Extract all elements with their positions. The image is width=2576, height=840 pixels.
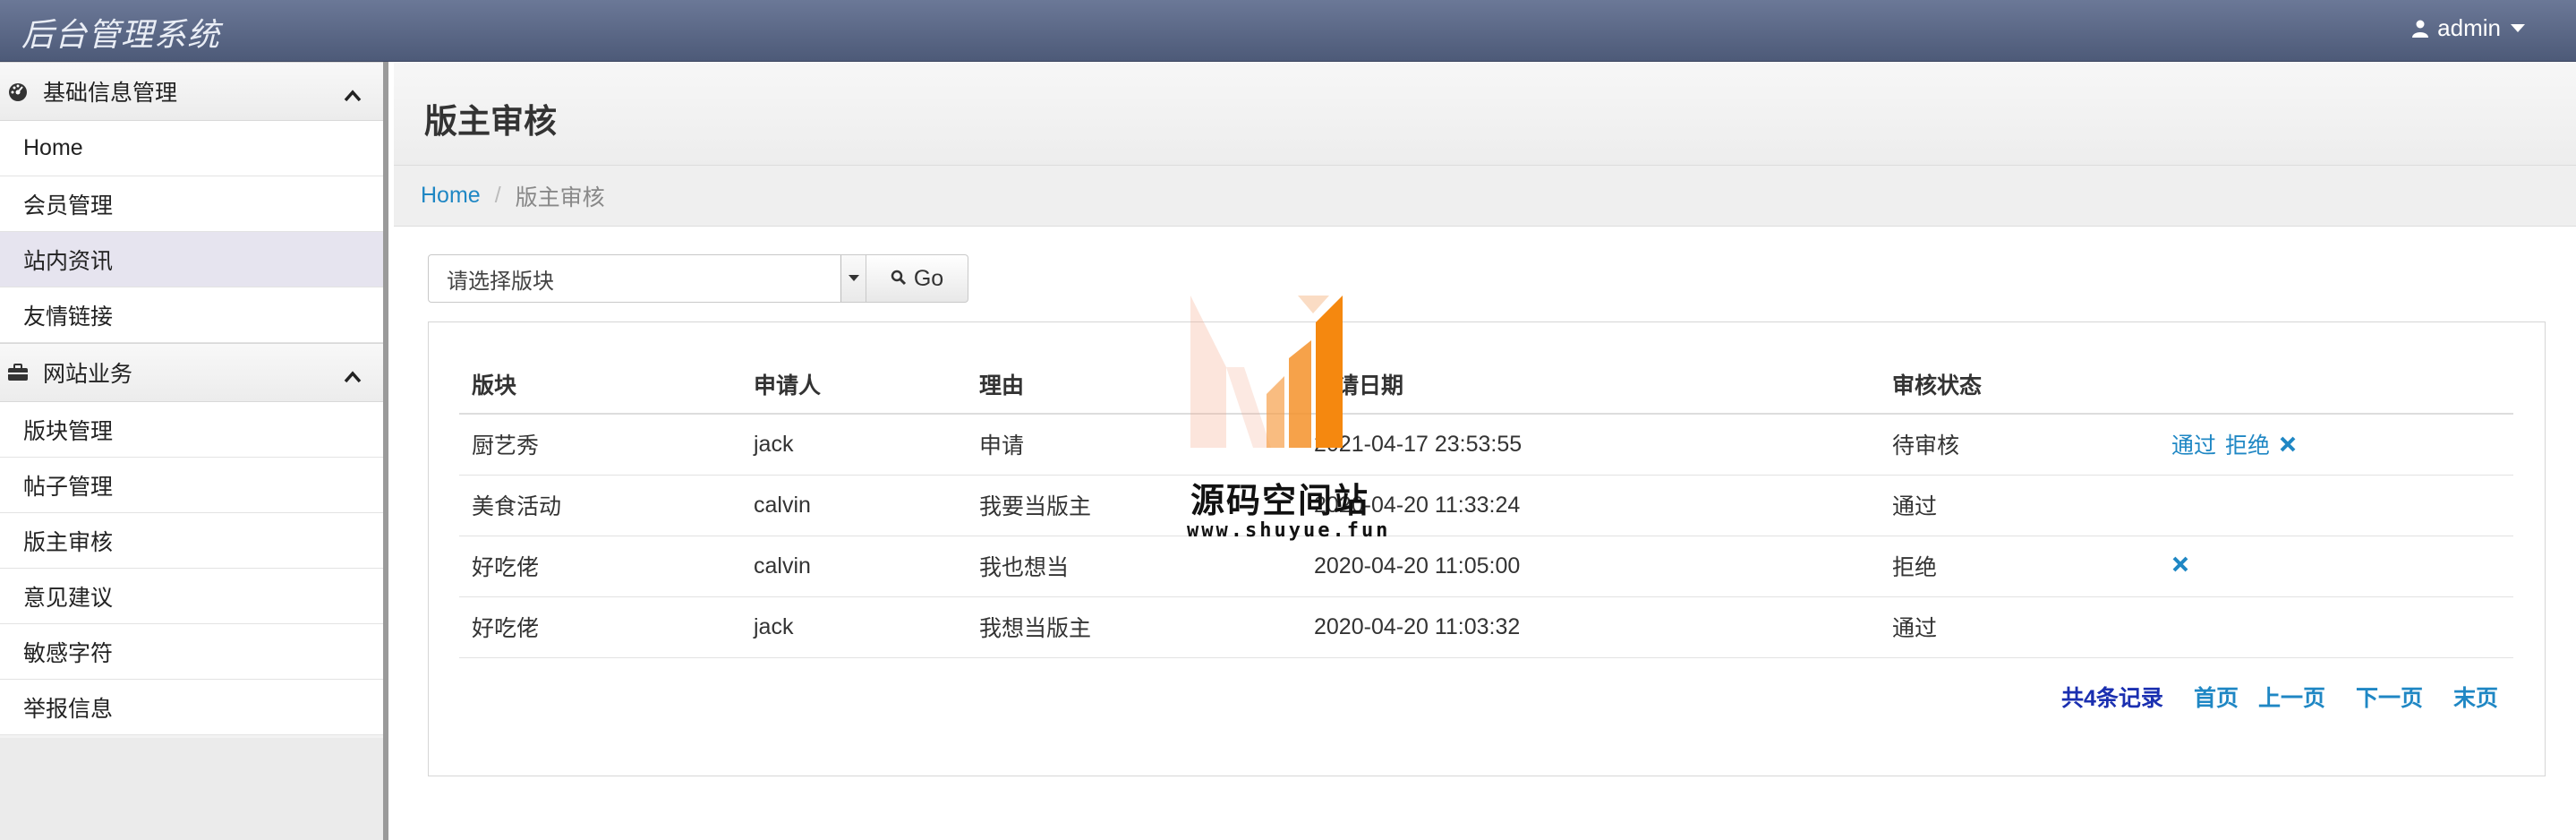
caret-down-icon[interactable]	[840, 255, 866, 302]
page-title: 版主审核	[424, 103, 557, 140]
cell-board: 厨艺秀	[459, 414, 741, 476]
table-row: 好吃佬 calvin 我也想当 2020-04-20 11:05:00 拒绝	[459, 536, 2513, 597]
breadcrumb-separator: /	[494, 183, 501, 208]
results-panel: 版块 申请人 理由 申请日期 审核状态 厨艺秀 jack 申请 2021-04-…	[428, 321, 2546, 776]
search-icon	[891, 266, 907, 292]
user-menu[interactable]: admin	[2412, 14, 2526, 42]
board-select-value: 请选择版块	[447, 269, 554, 294]
first-page-link[interactable]: 首页	[2194, 681, 2239, 713]
breadcrumb-current: 版主审核	[515, 184, 605, 210]
cell-actions	[2159, 536, 2513, 597]
caret-down-icon	[2510, 23, 2526, 34]
pagination: 共4条记录 首页 上一页 下一页 末页	[2061, 681, 2498, 713]
cell-applicant: calvin	[741, 475, 967, 536]
sidebar: 基础信息管理 Home 会员管理 站内资讯 友情链接 网站业务 版块管理 帖子管…	[0, 62, 388, 840]
approve-link[interactable]: 通过	[2171, 428, 2216, 460]
sidebar-group-label: 网站业务	[43, 362, 133, 387]
top-bar: 后台管理系统 admin	[0, 0, 2576, 62]
cell-actions	[2159, 596, 2513, 658]
table-header-row: 版块 申请人 理由 申请日期 审核状态	[459, 355, 2513, 415]
sidebar-item-boards[interactable]: 版块管理	[0, 402, 383, 458]
app-brand: 后台管理系统	[21, 17, 221, 54]
sidebar-item-reports[interactable]: 举报信息	[0, 680, 383, 735]
cell-actions: 通过 拒绝	[2159, 414, 2513, 476]
breadcrumb: Home / 版主审核	[394, 166, 2576, 227]
total-records: 共4条记录	[2061, 686, 2163, 711]
cell-applicant: calvin	[741, 536, 967, 597]
briefcase-icon	[7, 362, 29, 383]
dashboard-icon	[7, 81, 29, 102]
column-header-actions	[2159, 355, 2513, 415]
breadcrumb-home-link[interactable]: Home	[421, 183, 481, 209]
table-row: 好吃佬 jack 我想当版主 2020-04-20 11:03:32 通过	[459, 596, 2513, 658]
close-icon[interactable]	[2279, 435, 2297, 453]
column-header-applicant: 申请人	[741, 355, 967, 415]
user-icon	[2412, 20, 2429, 38]
sidebar-group-business[interactable]: 网站业务	[0, 343, 383, 402]
sidebar-item-members[interactable]: 会员管理	[0, 176, 383, 232]
cell-status: 拒绝	[1880, 536, 2159, 597]
page-header: 版主审核	[394, 62, 2576, 166]
watermark-url: www.shuyue.fun	[1187, 519, 1391, 542]
last-page-link[interactable]: 末页	[2453, 681, 2498, 713]
main-content: 版主审核 Home / 版主审核 请选择版块 Go 版块 申请人 理由 申请日期…	[394, 62, 2576, 840]
cell-status: 通过	[1880, 596, 2159, 658]
moderator-applications-table: 版块 申请人 理由 申请日期 审核状态 厨艺秀 jack 申请 2021-04-…	[459, 355, 2513, 658]
cell-status: 待审核	[1880, 414, 2159, 476]
sidebar-item-moderator-review[interactable]: 版主审核	[0, 513, 383, 569]
sidebar-item-home[interactable]: Home	[0, 121, 383, 176]
watermark-text: 源码空间站	[1190, 483, 1370, 520]
board-select[interactable]: 请选择版块	[428, 254, 866, 303]
sidebar-item-feedback[interactable]: 意见建议	[0, 569, 383, 624]
cell-status: 通过	[1880, 475, 2159, 536]
cell-board: 好吃佬	[459, 596, 741, 658]
sidebar-group-basic[interactable]: 基础信息管理	[0, 62, 383, 121]
next-page-link[interactable]: 下一页	[2356, 681, 2423, 713]
cell-actions	[2159, 475, 2513, 536]
chevron-up-icon	[344, 364, 362, 390]
table-row: 美食活动 calvin 我要当版主 2020-04-20 11:33:24 通过	[459, 475, 2513, 536]
chevron-up-icon	[344, 82, 362, 108]
reject-link[interactable]: 拒绝	[2225, 428, 2270, 460]
sidebar-group-label: 基础信息管理	[43, 81, 178, 106]
prev-page-link[interactable]: 上一页	[2258, 681, 2325, 713]
sidebar-empty-area	[0, 738, 383, 840]
column-header-board: 版块	[459, 355, 741, 415]
go-button[interactable]: Go	[866, 254, 968, 303]
sidebar-item-sensitive-words[interactable]: 敏感字符	[0, 624, 383, 680]
go-button-label: Go	[913, 265, 944, 291]
cell-reason: 我想当版主	[967, 596, 1301, 658]
cell-board: 好吃佬	[459, 536, 741, 597]
filter-bar: 请选择版块 Go	[428, 254, 968, 303]
column-header-status: 审核状态	[1880, 355, 2159, 415]
cell-applicant: jack	[741, 414, 967, 476]
cell-date: 2020-04-20 11:03:32	[1301, 596, 1880, 658]
sidebar-item-posts[interactable]: 帖子管理	[0, 458, 383, 513]
cell-board: 美食活动	[459, 475, 741, 536]
user-name: admin	[2437, 14, 2501, 41]
sidebar-item-links[interactable]: 友情链接	[0, 287, 383, 343]
table-row: 厨艺秀 jack 申请 2021-04-17 23:53:55 待审核 通过 拒…	[459, 414, 2513, 476]
cell-applicant: jack	[741, 596, 967, 658]
sidebar-item-news[interactable]: 站内资讯	[0, 232, 383, 287]
close-icon[interactable]	[2171, 555, 2189, 573]
